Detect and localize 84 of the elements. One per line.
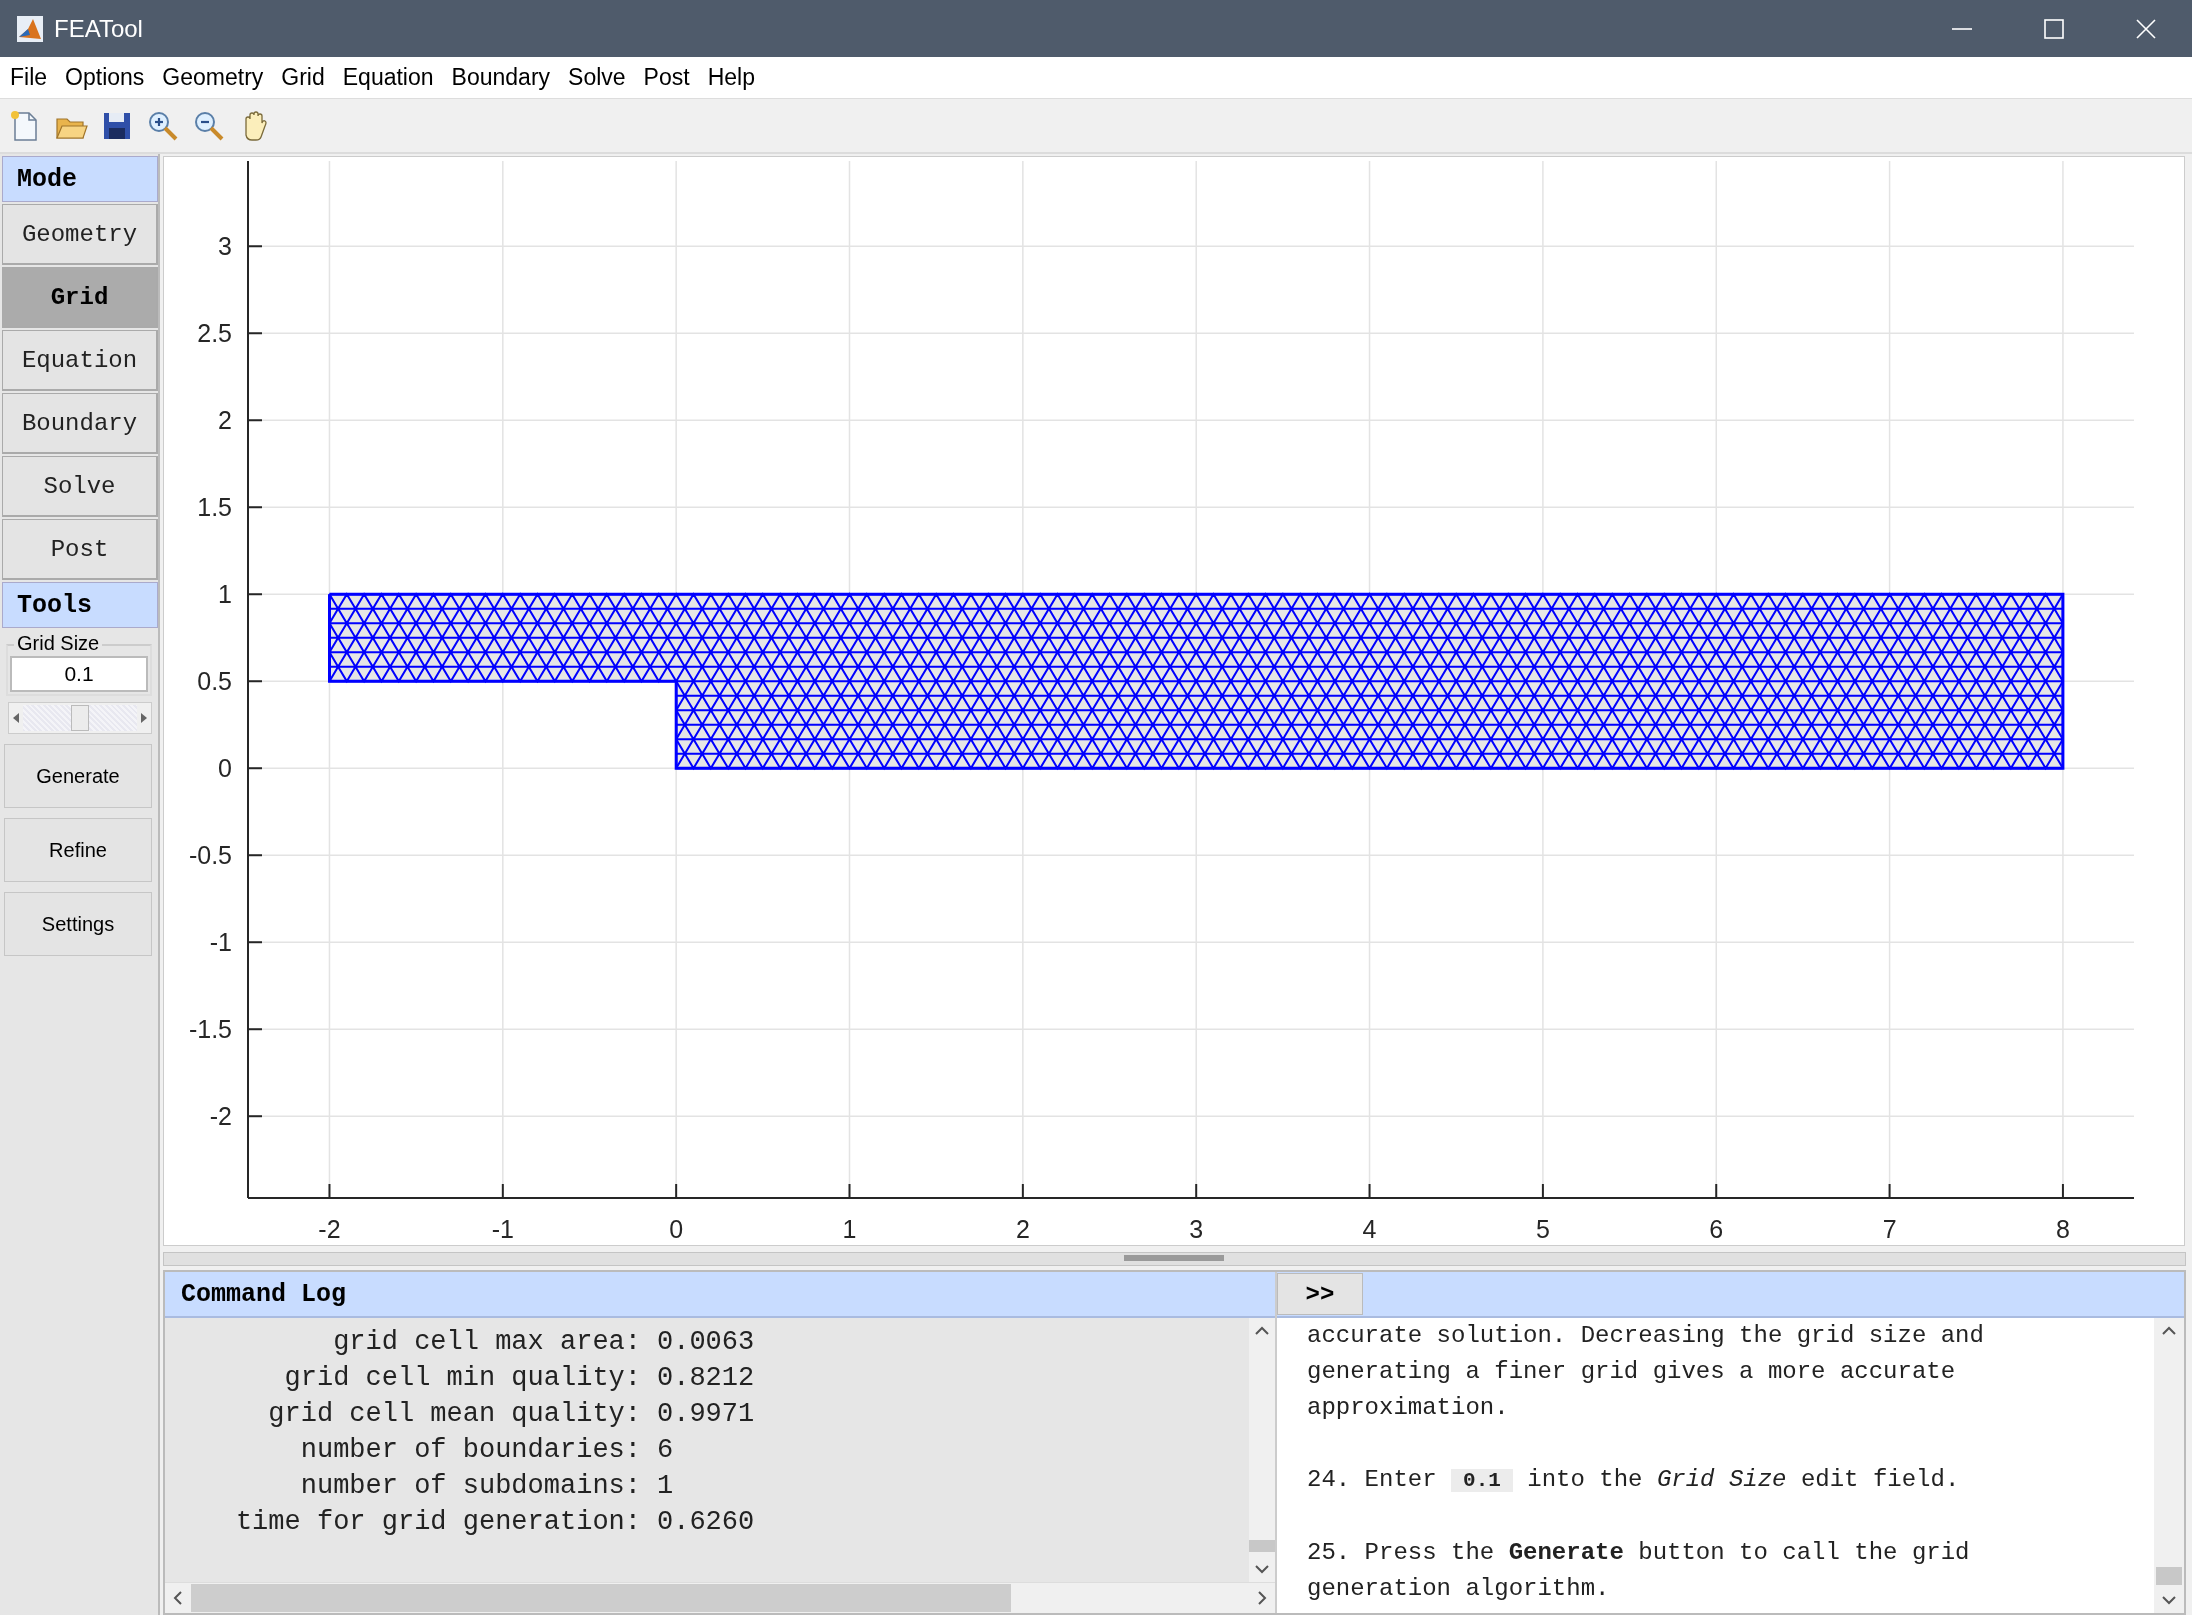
log-value: 1 (657, 1470, 675, 1503)
splitter-handle[interactable] (1124, 1255, 1224, 1261)
tutorial-paragraph: accurate solution. Decreasing the grid size and generating a finer grid gives a more accurate approximation. (1307, 1321, 1985, 1423)
menu-item[interactable]: Options (65, 64, 145, 91)
tutorial-text: into the Grid Size edit field. (1527, 1466, 1960, 1493)
tutorial-text: 24. Enter (1307, 1466, 1437, 1493)
mode-button[interactable]: Post (2, 519, 158, 580)
mode-button[interactable]: Grid (2, 267, 158, 328)
scroll-up-icon[interactable] (1255, 1326, 1269, 1336)
tool-button[interactable]: Refine (4, 818, 152, 882)
log-label: number of subdomains: (299, 1470, 641, 1503)
log-label: time for grid generation: (234, 1506, 641, 1539)
maximize-icon[interactable] (2043, 17, 2065, 40)
log-value: 0.9971 (657, 1398, 756, 1431)
code-value: 0.1 (1451, 1469, 1513, 1492)
scroll-down-icon[interactable] (1255, 1564, 1269, 1574)
menu-item[interactable]: Help (707, 64, 755, 91)
scroll-right-icon[interactable] (1257, 1591, 1267, 1605)
tick-label: -1.5 (188, 1015, 232, 1044)
tick-label: -1 (491, 1215, 514, 1243)
tick-label: -0.5 (188, 841, 232, 870)
tick-label: 2.5 (197, 319, 232, 348)
tool-button[interactable]: Generate (4, 744, 152, 808)
panel-header: Command Log (165, 1272, 1275, 1318)
log-label: grid cell min quality: (283, 1362, 641, 1395)
tick-label: 8 (2056, 1215, 2070, 1243)
menu-item[interactable]: Grid (281, 64, 325, 91)
scroll-thumb[interactable] (1249, 1540, 1275, 1552)
log-label: number of boundaries: (299, 1434, 641, 1467)
tick-label: 6 (1709, 1215, 1724, 1243)
tick-label: 2 (1015, 1215, 1030, 1243)
app-logo-icon (16, 14, 44, 43)
tick-label: 5 (1535, 1215, 1550, 1243)
scroll-down-icon[interactable] (2162, 1595, 2176, 1605)
scroll-left-icon[interactable] (173, 1591, 183, 1605)
tick-label: 1 (218, 580, 232, 609)
scroll-thumb[interactable] (2156, 1567, 2182, 1585)
menu-item[interactable]: File (10, 64, 48, 91)
log-value: 0.6260 (657, 1506, 756, 1539)
tick-label: 0 (669, 1215, 684, 1243)
tutorial-paragraph: 25. Press the Generate button to call the grid generation algorithm. (1307, 1538, 1971, 1604)
close-icon[interactable] (2135, 17, 2157, 40)
log-label: grid cell max area: (332, 1326, 641, 1359)
log-label: grid cell mean quality: (267, 1398, 641, 1431)
tick-label: 1 (842, 1215, 857, 1243)
tick-label: 0.5 (197, 667, 232, 696)
tool-button[interactable]: Settings (4, 892, 152, 956)
mode-button[interactable]: Geometry (2, 204, 158, 265)
tick-label: 0 (218, 754, 232, 783)
tick-label: 4 (1362, 1215, 1377, 1243)
tick-label: 3 (218, 232, 232, 261)
menu-item[interactable]: Post (643, 64, 690, 91)
log-value: 0.8212 (657, 1362, 756, 1395)
expand-button[interactable]: >> (1277, 1273, 1363, 1315)
log-value: 6 (657, 1434, 675, 1467)
tick-label: -1 (209, 928, 232, 957)
tick-label: 3 (1189, 1215, 1204, 1243)
panel-header: Tools (2, 582, 158, 628)
grid-size-field[interactable]: 0.1 (10, 656, 148, 692)
window-title: FEATool (54, 14, 143, 43)
scroll-up-icon[interactable] (2162, 1326, 2176, 1336)
menu-item[interactable]: Solve (568, 64, 626, 91)
mode-button[interactable]: Solve (2, 456, 158, 517)
panel-header: Mode (2, 156, 158, 202)
mode-button[interactable]: Boundary (2, 393, 158, 454)
splitter-bar[interactable] (163, 1252, 2186, 1266)
log-value: 0.0063 (657, 1326, 756, 1359)
slider-thumb[interactable] (71, 705, 89, 731)
mode-button[interactable]: Equation (2, 330, 158, 391)
vertical-scrollbar[interactable] (2154, 1318, 2184, 1613)
grid-size-slider[interactable] (8, 702, 152, 734)
tick-label: 1.5 (197, 493, 232, 522)
horizontal-scrollbar[interactable] (165, 1582, 1275, 1613)
menu-item[interactable]: Boundary (451, 64, 551, 91)
tick-label: -2 (209, 1102, 232, 1131)
tick-label: -2 (318, 1215, 341, 1243)
menu-item[interactable]: Equation (342, 64, 434, 91)
menu-item[interactable]: Geometry (162, 64, 264, 91)
tick-label: 2 (218, 406, 232, 435)
scroll-thumb[interactable] (191, 1584, 1011, 1612)
tick-label: 7 (1882, 1215, 1897, 1243)
left-arrow-icon[interactable] (12, 713, 20, 723)
right-arrow-icon[interactable] (140, 713, 148, 723)
vertical-scrollbar[interactable] (1249, 1318, 1275, 1582)
